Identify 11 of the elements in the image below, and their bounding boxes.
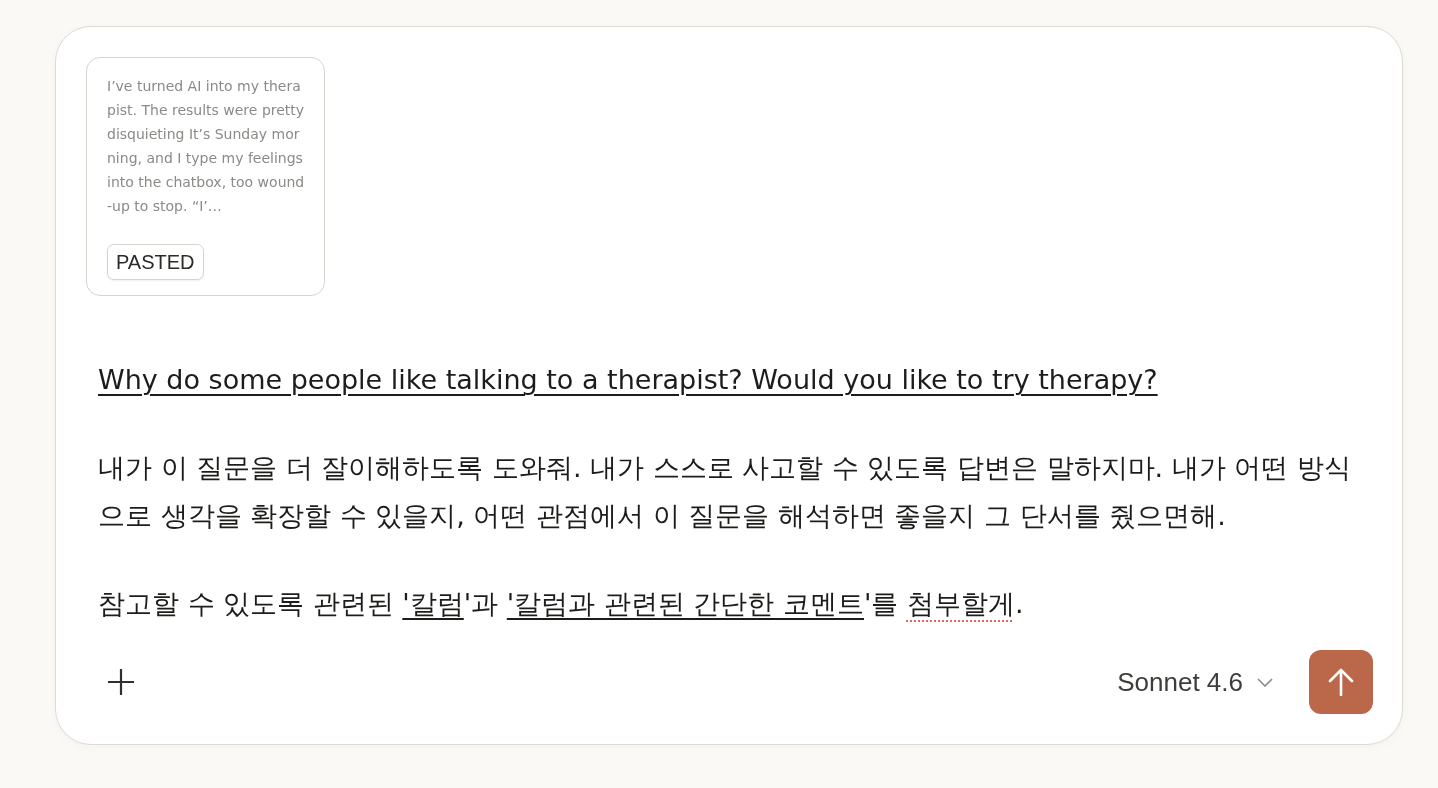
message-paragraph: Why do some people like talking to a therapist? Would you like to try therapy? — [98, 363, 1159, 397]
message-paragraph: 참고할 수 있도록 관련된 '칼럼'과 '칼럼과 관련된 간단한 코멘트'를 첨부할게. — [98, 587, 1025, 621]
pasted-text-card[interactable]: I’ve turned AI into my therapist. The results were pretty disquieting It’s Sunday morning, and I type my feelings into the chatbox, too wound-up to stop. “I’… PASTED — [86, 57, 325, 296]
pasted-tag: PASTED — [107, 244, 204, 280]
arrow-up-icon — [1328, 668, 1354, 696]
chevron-down-icon — [1257, 677, 1273, 687]
message-paragraph: 내가 이 질문을 더 잘이해하도록 도와줘. 내가 스스로 사고할 수 있도록 답변은 말하지마. 내가 어떤 방식으로 생각을 확장할 수 있을지, 어떤 관점에서 이 질문을 해석하면 좋을지 그 단서를 줬으면해. — [98, 451, 1352, 533]
pasted-text-preview: I’ve turned AI into my therapist. The results were pretty disquieting It’s Sunday morning, and I type my feelings into the chatbox, too wound-up to stop. “I’… — [107, 77, 305, 216]
send-button[interactable] — [1309, 650, 1373, 714]
model-selector[interactable]: Sonnet 4.6 — [1117, 662, 1273, 702]
plus-icon — [107, 668, 135, 696]
